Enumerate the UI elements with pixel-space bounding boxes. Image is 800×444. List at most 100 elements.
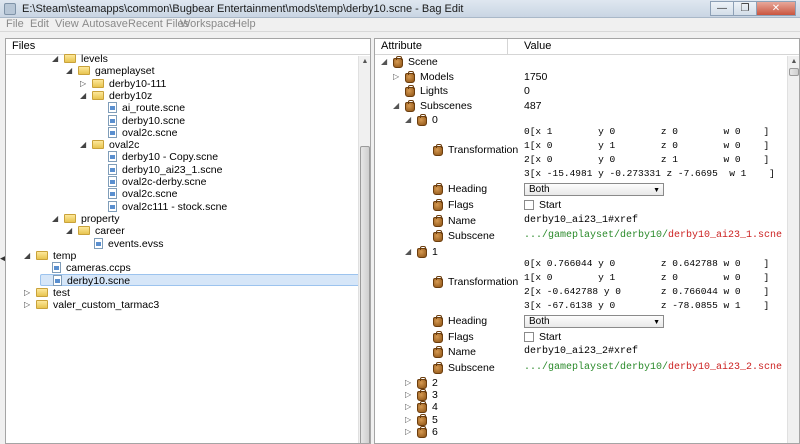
files-scrollbar-thumb[interactable] <box>360 146 370 443</box>
menu-file[interactable]: File <box>6 18 24 31</box>
matrix-row[interactable]: 3[x -15.4981 y -0.273331 z -7.6695 w 1 ] <box>524 168 775 179</box>
expanded-arrow-icon[interactable]: ◢ <box>66 226 75 235</box>
collapsed-arrow-icon[interactable]: ▷ <box>80 79 89 88</box>
expanded-arrow-icon[interactable]: ◢ <box>381 55 387 69</box>
maximize-button[interactable]: ❐ <box>733 1 757 16</box>
attribute-label: Subscene <box>448 230 495 242</box>
tree-folder[interactable]: ◢ property <box>52 213 284 225</box>
attribute-column-header[interactable]: Attribute <box>381 39 422 55</box>
window-controls: — ❐ ✕ <box>710 1 796 17</box>
models-node[interactable]: ▷ Models 1750 <box>375 70 787 84</box>
files-vertical-scrollbar[interactable]: ▲ <box>358 56 370 443</box>
tree-file[interactable]: derby10_ai23_1.scne <box>96 163 326 176</box>
tree-folder[interactable]: ◢ levels <box>52 53 284 65</box>
tree-file[interactable]: events.evss <box>82 237 312 250</box>
tree-folder[interactable]: ◢ career <box>66 225 298 237</box>
expanded-arrow-icon[interactable]: ◢ <box>80 91 89 100</box>
collapsed-arrow-icon[interactable]: ▷ <box>405 425 411 439</box>
name-value[interactable]: derby10_ai23_1#xref <box>524 214 638 228</box>
tree-folder[interactable]: ◢ derby10z <box>80 90 312 102</box>
expanded-arrow-icon[interactable]: ◢ <box>24 251 33 260</box>
subscene-path[interactable]: .../gameplayset/derby10/ <box>524 361 668 375</box>
expanded-arrow-icon[interactable]: ◢ <box>52 214 61 223</box>
matrix-row[interactable]: 1[x 0 y 1 z 0 w 0 ] <box>524 272 769 283</box>
menu-help[interactable]: Help <box>233 18 256 31</box>
subscene-file[interactable]: derby10_ai23_1.scne <box>668 229 782 243</box>
tree-file[interactable]: oval2c.scne <box>96 188 326 200</box>
subscene-file[interactable]: derby10_ai23_2.scne <box>668 361 782 375</box>
name-node[interactable]: Name derby10_ai23_2#xref <box>375 345 787 359</box>
attributes-scroll-up-arrow-icon[interactable]: ▲ <box>788 56 799 68</box>
expanded-arrow-icon[interactable]: ◢ <box>66 66 75 75</box>
value-column-header[interactable]: Value <box>524 39 551 55</box>
tree-folder[interactable]: ◢ temp <box>24 249 256 262</box>
matrix-row[interactable]: 1[x 0 y 1 z 0 w 0 ] <box>524 140 769 151</box>
subscene-item-0[interactable]: ◢ 0 <box>375 113 787 127</box>
subscene-path-node[interactable]: Subscene .../gameplayset/derby10/derby10_… <box>375 361 787 375</box>
expanded-arrow-icon[interactable]: ◢ <box>52 54 61 63</box>
tree-folder[interactable]: ▷ derby10-111 <box>80 78 312 90</box>
menu-autosave[interactable]: Autosave <box>82 18 128 31</box>
matrix-row[interactable]: 3[x -67.6138 y 0 z -78.0855 w 1 ] <box>524 300 769 311</box>
collapsed-arrow-icon[interactable]: ▷ <box>24 288 33 297</box>
subscene-item-1[interactable]: ◢ 1 <box>375 245 787 259</box>
tree-folder[interactable]: ▷ valer_custom_tarmac3 <box>24 299 256 311</box>
bag-icon <box>433 275 443 288</box>
matrix-row[interactable]: 0[x 1 y 0 z 0 w 0 ] <box>524 126 769 137</box>
name-node[interactable]: Name derby10_ai23_1#xref <box>375 214 787 228</box>
subscene-path[interactable]: .../gameplayset/derby10/ <box>524 229 668 243</box>
flags-node[interactable]: Flags Start <box>375 198 787 212</box>
tree-file[interactable]: oval2c-derby.scne <box>96 176 326 188</box>
column-divider[interactable] <box>507 39 508 55</box>
tree-file[interactable]: ai_route.scne <box>96 102 326 114</box>
expanded-arrow-icon[interactable]: ◢ <box>405 245 411 259</box>
flags-node[interactable]: Flags Start <box>375 330 787 344</box>
tree-file[interactable]: derby10.scne <box>96 114 326 127</box>
minimize-button[interactable]: — <box>710 1 734 16</box>
start-checkbox[interactable] <box>524 331 534 342</box>
tree-folder[interactable]: ◢ oval2c <box>80 139 312 151</box>
heading-dropdown[interactable]: Both ▼ <box>524 183 664 196</box>
folder-icon <box>36 287 48 297</box>
attributes-vertical-scrollbar[interactable]: ▲ <box>787 56 799 443</box>
matrix-row[interactable]: 2[x -0.642788 y 0 z 0.766044 w 0 ] <box>524 286 769 297</box>
lights-node[interactable]: Lights 0 <box>375 84 787 98</box>
scroll-up-arrow-icon[interactable]: ▲ <box>359 56 370 68</box>
tree-file[interactable]: cameras.ccps <box>40 262 270 274</box>
tree-file[interactable]: oval2c.scne <box>96 126 326 139</box>
collapsed-arrow-icon[interactable]: ▷ <box>24 300 33 309</box>
menu-workspace[interactable]: Workspace <box>180 18 235 31</box>
tree-file[interactable]: derby10 - Copy.scne <box>96 151 326 163</box>
tree-file[interactable]: derby10.scne <box>40 274 362 287</box>
matrix-row[interactable]: 2[x 0 y 0 z 1 w 0 ] <box>524 154 769 165</box>
tree-item-label: temp <box>53 249 77 262</box>
attributes-scrollbar-thumb[interactable] <box>789 68 799 76</box>
tree-item-label: derby10 - Copy.scne <box>122 151 219 164</box>
bag-icon <box>433 346 443 358</box>
name-value[interactable]: derby10_ai23_2#xref <box>524 345 638 359</box>
tree-folder[interactable]: ◢ gameplayset <box>66 65 298 77</box>
menu-view[interactable]: View <box>55 18 79 31</box>
heading-node[interactable]: Heading Both ▼ <box>375 182 787 196</box>
chevron-down-icon: ▼ <box>653 318 660 326</box>
heading-node[interactable]: Heading Both ▼ <box>375 314 787 328</box>
start-checkbox[interactable] <box>524 200 534 210</box>
folder-icon <box>64 213 76 223</box>
expanded-arrow-icon[interactable]: ◢ <box>393 99 399 113</box>
matrix-row[interactable]: 0[x 0.766044 y 0 z 0.642788 w 0 ] <box>524 258 769 269</box>
scene-node[interactable]: ◢ Scene <box>375 55 787 69</box>
expanded-arrow-icon[interactable]: ◢ <box>80 140 89 149</box>
bag-icon <box>433 183 443 195</box>
tree-file[interactable]: oval2c111 - stock.scne <box>96 200 326 213</box>
tree-folder[interactable]: ▷ test <box>24 287 256 299</box>
menu-edit[interactable]: Edit <box>30 18 49 31</box>
subscene-item-6[interactable]: ▷ 6 <box>375 425 787 439</box>
collapsed-arrow-icon[interactable]: ▷ <box>393 70 399 84</box>
attribute-label: Transformation <box>448 275 519 288</box>
expanded-arrow-icon[interactable]: ◢ <box>405 113 411 127</box>
subscene-path-node[interactable]: Subscene .../gameplayset/derby10/derby10_… <box>375 229 787 243</box>
close-button[interactable]: ✕ <box>756 1 796 16</box>
subscenes-node[interactable]: ◢ Subscenes 487 <box>375 99 787 113</box>
attribute-label: 6 <box>432 425 438 438</box>
heading-dropdown[interactable]: Both ▼ <box>524 314 664 328</box>
